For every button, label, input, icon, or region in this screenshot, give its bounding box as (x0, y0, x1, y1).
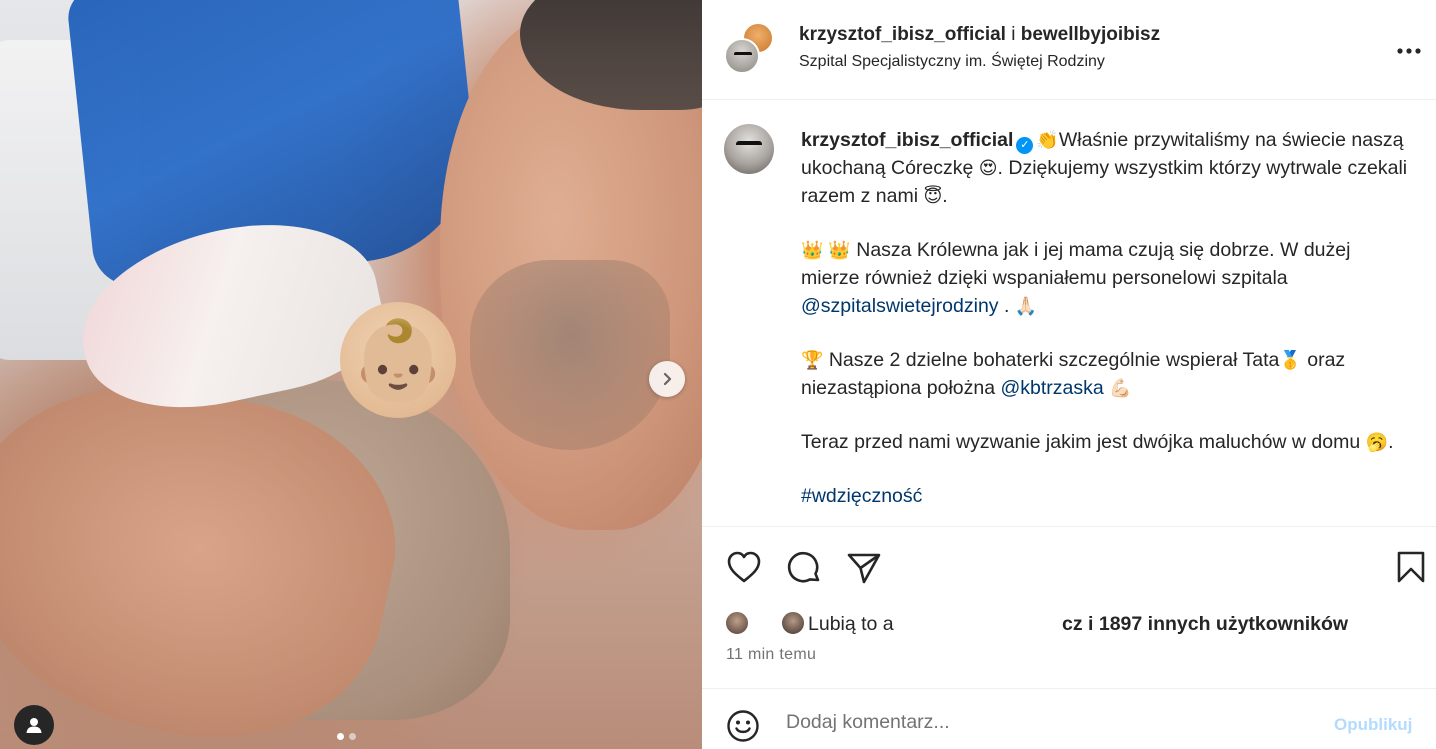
hashtag-link[interactable]: #wdzięczność (801, 485, 922, 507)
photo-father-beard (470, 260, 670, 450)
caption-paragraph-5: #wdzięczność (801, 482, 1411, 510)
mention-link[interactable]: @kbtrzaska (1001, 377, 1104, 399)
post-location[interactable]: Szpital Specjalistyczny im. Świętej Rodz… (799, 53, 1105, 71)
publish-button[interactable]: Opublikuj (1334, 715, 1412, 735)
carousel-dot-1 (337, 733, 344, 740)
likes-text-suffix[interactable]: cz i 1897 innych użytkowników (1062, 613, 1348, 636)
carousel-dot-2 (349, 733, 356, 740)
likes-text-prefix: Lubią to a (808, 613, 894, 635)
caption-paragraph-1: krzysztof_ibisz_official ✓ 👏Właśnie przywi… (801, 126, 1411, 210)
share-button[interactable] (846, 550, 882, 591)
owner-username-1[interactable]: krzysztof_ibisz_official (799, 24, 1006, 45)
smiley-icon (727, 710, 759, 742)
trophy-emoji: 🏆 (801, 350, 824, 370)
bookmark-icon (1397, 551, 1425, 583)
liker-avatar[interactable] (780, 610, 806, 636)
post-header: krzysztof_ibisz_official i bewellbyjoibi… (702, 0, 1436, 100)
post-timestamp[interactable]: 11 min temu (726, 646, 816, 664)
post-actions (702, 528, 1436, 608)
comment-composer: Opublikuj (702, 688, 1436, 749)
comment-icon (787, 551, 820, 583)
post-caption: krzysztof_ibisz_official ✓ 👏Właśnie przywi… (801, 126, 1411, 526)
yawning-emoji: 🥱 (1365, 432, 1389, 452)
praying-hands-emoji: 🙏🏻 (1014, 296, 1038, 316)
heart-eyes-emoji: 😍 (978, 158, 998, 178)
caption-author-avatar[interactable] (724, 124, 774, 174)
more-horizontal-icon (1397, 48, 1421, 54)
flexed-biceps-emoji: 💪🏻 (1109, 378, 1132, 398)
chevron-right-icon (663, 372, 672, 386)
caption-text: . (998, 295, 1015, 317)
comment-button[interactable] (786, 550, 822, 591)
caption-paragraph-2: 👑 👑 Nasza Królewna jak i jej mama czują … (801, 236, 1411, 320)
owners-separator: i (1005, 24, 1021, 45)
tagged-users-button[interactable] (14, 705, 54, 745)
caption-paragraph-4: Teraz przed nami wyzwanie jakim jest dwó… (801, 428, 1411, 456)
caption-text: Nasza Królewna jak i jej mama czują się … (801, 239, 1351, 289)
owner-username-2[interactable]: bewellbyjoibisz (1021, 24, 1160, 45)
post-photo[interactable]: 👶🏼 (0, 0, 702, 749)
baby-face-emoji: 👶🏼 (340, 302, 456, 418)
caption-section: krzysztof_ibisz_official ✓ 👏Właśnie przywi… (702, 101, 1436, 527)
user-tag-icon (26, 718, 42, 733)
likes-summary[interactable]: Lubią to a cz i 1897 innych użytkowników (724, 605, 1424, 645)
medal-emoji: 🥇 (1279, 350, 1302, 370)
avatar-glasses (736, 141, 762, 149)
comment-input[interactable] (786, 707, 1306, 737)
clap-emoji: 👏 (1036, 130, 1059, 150)
caption-text: Nasze 2 dzielne bohaterki szczególnie ws… (823, 349, 1280, 371)
caption-text: Teraz przed nami wyzwanie jakim jest dwó… (801, 431, 1366, 453)
liker-avatar[interactable] (724, 610, 750, 636)
verified-badge-icon: ✓ (1016, 137, 1034, 154)
like-button[interactable] (726, 550, 762, 589)
emoji-picker-button[interactable] (726, 709, 760, 748)
post-side-panel: krzysztof_ibisz_official i bewellbyjoibi… (702, 0, 1436, 749)
avatar-krzysztof-ibisz[interactable] (724, 38, 760, 74)
caption-paragraph-3: 🏆 Nasze 2 dzielne bohaterki szczególnie … (801, 346, 1411, 402)
save-button[interactable] (1396, 550, 1426, 589)
halo-emoji: 😇 (923, 186, 943, 206)
mention-link[interactable]: @szpitalswietejrodziny (801, 295, 999, 317)
carousel-indicator (337, 733, 356, 740)
post-owners: krzysztof_ibisz_official i bewellbyjoibi… (799, 24, 1160, 46)
collab-avatars[interactable] (724, 22, 774, 74)
share-icon (847, 553, 881, 584)
carousel-next-button[interactable] (649, 361, 685, 397)
more-options-button[interactable] (1396, 36, 1422, 60)
caption-text: . (942, 185, 948, 207)
heart-icon (727, 551, 761, 583)
caption-text: . (1388, 431, 1394, 453)
crown-emoji: 👑 👑 (801, 240, 851, 260)
caption-username[interactable]: krzysztof_ibisz_official (801, 129, 1013, 151)
